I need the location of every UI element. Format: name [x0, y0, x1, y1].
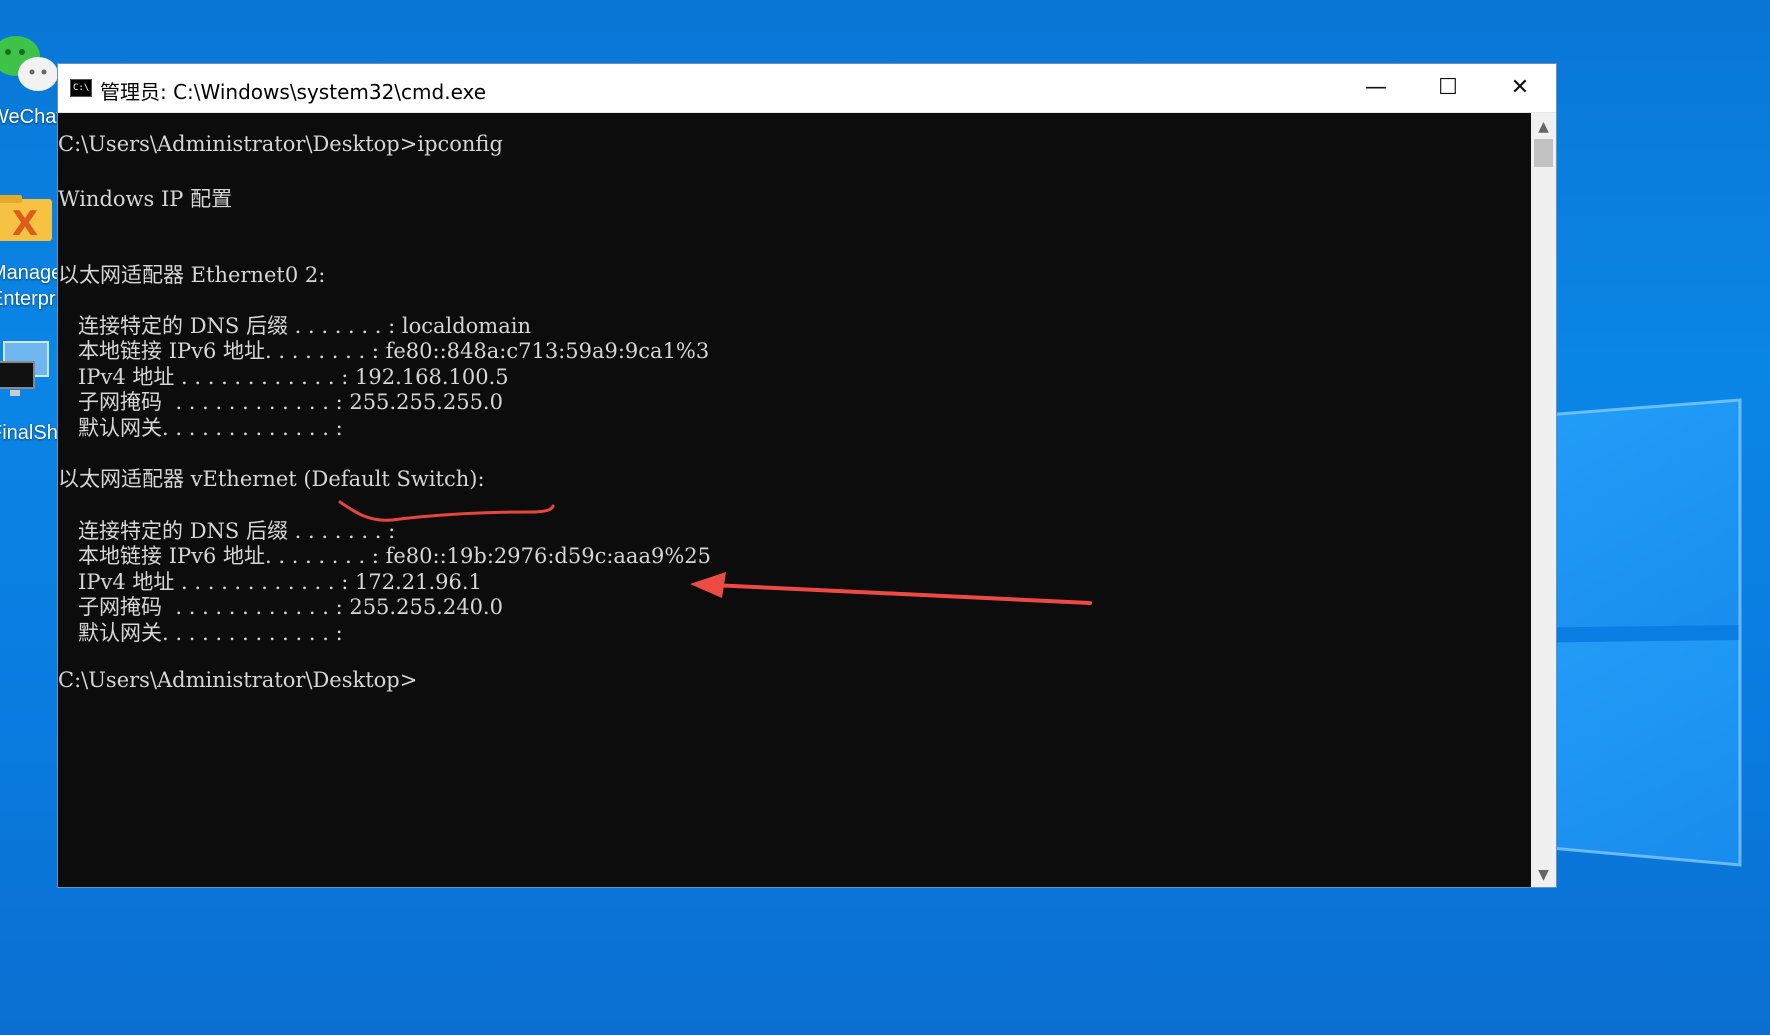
desktop: WeChat X Manage Enterprise FinalShell C:… [0, 0, 1770, 1035]
monitor-icon [0, 341, 49, 396]
scroll-down-icon[interactable]: ▼ [1531, 867, 1556, 883]
console-line: 以太网适配器 Ethernet0 2: [58, 263, 326, 287]
minimize-button[interactable]: — [1340, 64, 1412, 110]
scroll-up-icon[interactable]: ▲ [1531, 119, 1556, 135]
console-line: C:\Users\Administrator\Desktop> [58, 668, 418, 692]
console-output[interactable]: C:\Users\Administrator\Desktop>ipconfig … [58, 113, 1531, 887]
desktop-icon-finalshell[interactable]: FinalShell [0, 340, 60, 450]
svg-text:X: X [12, 204, 38, 244]
close-button[interactable]: ✕ [1484, 64, 1556, 110]
desktop-icon-label: WeChat [0, 106, 62, 128]
vertical-scrollbar[interactable]: ▲ ▼ [1531, 113, 1556, 887]
title-bar[interactable]: C:\ 管理员: C:\Windows\system32\cmd.exe — ☐… [58, 64, 1556, 113]
console-line: 默认网关. . . . . . . . . . . . . : [58, 416, 343, 440]
close-icon: ✕ [1510, 74, 1530, 100]
desktop-icon-label: FinalShell [0, 422, 58, 444]
console-line: 以太网适配器 vEthernet (Default Switch): [58, 467, 485, 491]
wechat-icon [0, 36, 58, 91]
console-line: Windows IP 配置 [58, 187, 233, 211]
folder-x-icon: X [0, 195, 52, 244]
desktop-icon-label: Manage Enterprise [0, 262, 62, 310]
cmd-icon: C:\ [70, 79, 92, 97]
console-line: C:\Users\Administrator\Desktop>ipconfig [58, 132, 503, 156]
desktop-icon-manage-enterprise[interactable]: X Manage Enterprise [0, 185, 62, 310]
window-title: 管理员: C:\Windows\system32\cmd.exe [100, 80, 487, 104]
minimize-icon: — [1365, 74, 1387, 100]
maximize-icon: ☐ [1438, 74, 1458, 100]
desktop-icon-wechat[interactable]: WeChat [0, 30, 62, 140]
console-line: 默认网关. . . . . . . . . . . . . : [58, 621, 343, 645]
maximize-button[interactable]: ☐ [1412, 64, 1484, 110]
cmd-window[interactable]: C:\ 管理员: C:\Windows\system32\cmd.exe — ☐… [57, 63, 1557, 888]
scroll-thumb[interactable] [1534, 139, 1553, 167]
